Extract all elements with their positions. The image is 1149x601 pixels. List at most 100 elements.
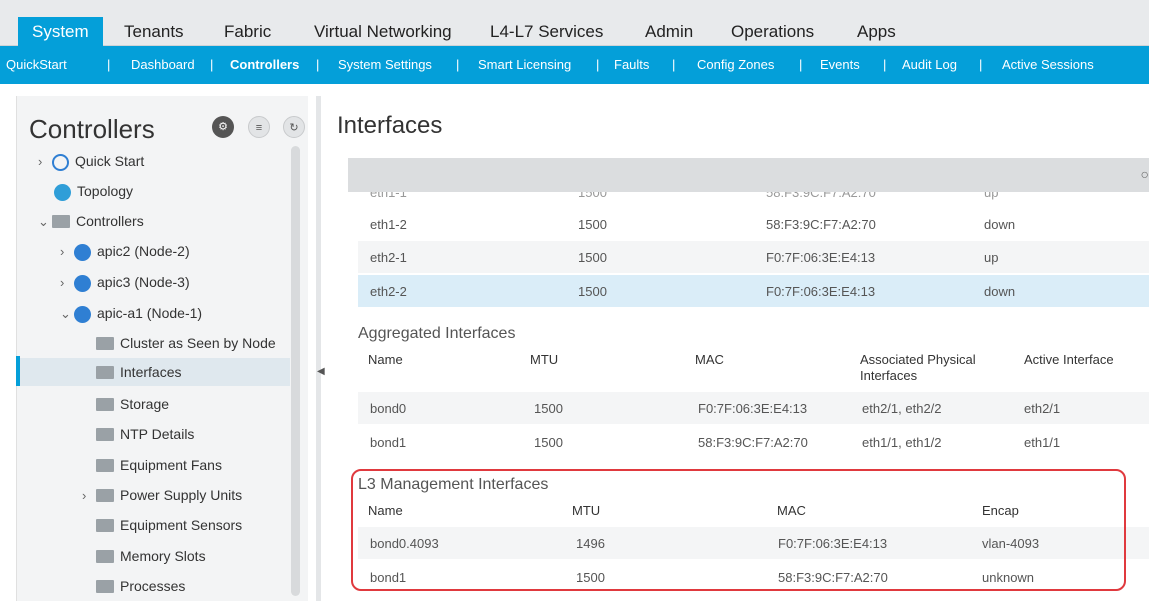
filter-icon[interactable]: ≡	[248, 116, 270, 138]
table-row[interactable]: eth2-1 1500 F0:7F:06:3E:E4:13 up	[358, 241, 1149, 273]
column-header-active-interface[interactable]: Active Interface	[1024, 352, 1114, 368]
tree-item-power-supply-units[interactable]: › Power Supply Units	[82, 481, 242, 509]
cell-mac: 58:F3:9C:F7:A2:70	[698, 435, 808, 450]
separator: |	[210, 57, 214, 72]
tree-item-label: Controllers	[76, 213, 144, 229]
node-icon	[74, 243, 91, 261]
tree-item-memory-slots[interactable]: Memory Slots	[96, 542, 206, 570]
chevron-down-icon[interactable]: ⌄	[38, 208, 52, 236]
cell-associated-interfaces: eth2/1, eth2/2	[862, 401, 942, 416]
tree-item-apic3[interactable]: › apic3 (Node-3)	[60, 268, 190, 296]
tree-item-cluster-as-seen-by-node[interactable]: Cluster as Seen by Node	[96, 329, 276, 357]
cell-active-interface: eth1/1	[1024, 435, 1061, 450]
tools-icon[interactable]: ⚙	[212, 116, 234, 138]
folder-icon	[96, 397, 114, 411]
chevron-right-icon[interactable]: ›	[38, 148, 52, 176]
tab-tenants[interactable]: Tenants	[124, 17, 184, 46]
tab-system[interactable]: System	[18, 17, 103, 46]
cell-name: bond0	[370, 401, 407, 416]
subtab-config-zones[interactable]: Config Zones	[697, 57, 774, 72]
tab-operations[interactable]: Operations	[731, 17, 814, 46]
cell-name: eth1-2	[370, 217, 407, 232]
tree-item-label: Interfaces	[120, 364, 182, 380]
table-row-selected[interactable]: eth2-2 1500 F0:7F:06:3E:E4:13 down	[358, 275, 1149, 307]
cell-mac: F0:7F:06:3E:E4:13	[698, 401, 808, 416]
tree-item-topology[interactable]: Topology	[54, 177, 133, 205]
column-menu-icon[interactable]: ○	[1141, 166, 1149, 182]
table-row[interactable]: bond1 1500 58:F3:9C:F7:A2:70 eth1/1, eth…	[358, 426, 1149, 458]
tab-l4-l7-services[interactable]: L4-L7 Services	[490, 17, 603, 46]
subtab-quickstart[interactable]: QuickStart	[6, 57, 67, 72]
refresh-icon[interactable]: ↻	[283, 116, 305, 138]
pane-divider[interactable]	[316, 96, 321, 601]
table-row[interactable]: bond0 1500 F0:7F:06:3E:E4:13 eth2/1, eth…	[358, 392, 1149, 424]
tree-item-apic-a1[interactable]: ⌄ apic-a1 (Node-1)	[60, 299, 202, 327]
separator: |	[596, 57, 600, 72]
subtab-faults[interactable]: Faults	[614, 57, 649, 72]
tree-item-label: Cluster as Seen by Node	[120, 335, 276, 351]
subtab-audit-log[interactable]: Audit Log	[902, 57, 957, 72]
subtab-active-sessions[interactable]: Active Sessions	[1002, 57, 1094, 72]
column-header-mtu[interactable]: MTU	[530, 352, 558, 368]
tree-item-quick-start[interactable]: › Quick Start	[38, 147, 144, 175]
tree-item-label: apic2 (Node-2)	[97, 243, 190, 259]
tree-item-ntp-details[interactable]: NTP Details	[96, 420, 194, 448]
cell-active-interface: eth2/1	[1024, 401, 1061, 416]
aggregated-section-title: Aggregated Interfaces	[358, 325, 516, 342]
sidebar-title: Controllers	[29, 114, 155, 144]
table-row[interactable]: eth1-2 1500 58:F3:9C:F7:A2:70 down	[358, 208, 1149, 240]
cell-mtu: 1500	[578, 284, 607, 299]
tree-item-label: apic3 (Node-3)	[97, 274, 190, 290]
tree-item-apic2[interactable]: › apic2 (Node-2)	[60, 237, 190, 265]
topology-icon	[54, 183, 71, 201]
folder-icon	[96, 458, 114, 472]
cell-name: eth1-1	[370, 192, 407, 200]
separator: |	[672, 57, 676, 72]
subtab-events[interactable]: Events	[820, 57, 860, 72]
subtab-controllers[interactable]: Controllers	[230, 57, 299, 72]
column-header-mac[interactable]: MAC	[695, 352, 724, 368]
tree-item-label: Equipment Fans	[120, 457, 222, 473]
sub-nav: QuickStart | Dashboard | Controllers | S…	[0, 46, 1149, 84]
tab-admin[interactable]: Admin	[645, 17, 693, 46]
tab-virtual-networking[interactable]: Virtual Networking	[314, 17, 452, 46]
sidebar-scrollbar[interactable]	[291, 146, 300, 596]
folder-icon	[96, 365, 114, 379]
column-header-associated-physical-interfaces[interactable]: Associated Physical Interfaces	[860, 352, 1000, 384]
subtab-smart-licensing[interactable]: Smart Licensing	[478, 57, 571, 72]
cell-mac: F0:7F:06:3E:E4:13	[766, 284, 876, 299]
cell-status: down	[984, 284, 1016, 299]
separator: |	[883, 57, 887, 72]
tab-apps[interactable]: Apps	[857, 17, 896, 46]
folder-icon	[96, 549, 114, 563]
tree-item-equipment-sensors[interactable]: Equipment Sensors	[96, 511, 242, 539]
tab-fabric[interactable]: Fabric	[224, 17, 271, 46]
collapse-sidebar-icon[interactable]: ◀	[317, 366, 325, 377]
chevron-right-icon[interactable]: ›	[60, 238, 74, 266]
tree-item-label: Storage	[120, 396, 170, 412]
chevron-right-icon[interactable]: ›	[82, 482, 96, 510]
selection-indicator	[16, 356, 20, 386]
separator: |	[799, 57, 803, 72]
tree-item-storage[interactable]: Storage	[96, 390, 169, 418]
tree-item-label: Quick Start	[75, 153, 145, 169]
cell-status: down	[984, 217, 1016, 232]
folder-icon	[96, 488, 114, 502]
tree-item-equipment-fans[interactable]: Equipment Fans	[96, 451, 222, 479]
cell-name: bond1	[370, 435, 407, 450]
cell-mtu: 1500	[578, 250, 607, 265]
chevron-right-icon[interactable]: ›	[60, 269, 74, 297]
tree-item-label: NTP Details	[120, 426, 195, 442]
cell-mac: 58:F3:9C:F7:A2:70	[766, 192, 876, 200]
tree-item-processes[interactable]: Processes	[96, 572, 185, 600]
tree-item-interfaces[interactable]: Interfaces	[20, 358, 290, 386]
cell-name: eth2-1	[370, 250, 407, 265]
chevron-down-icon[interactable]: ⌄	[60, 300, 74, 328]
subtab-system-settings[interactable]: System Settings	[338, 57, 432, 72]
tree-item-controllers[interactable]: ⌄ Controllers	[38, 207, 144, 235]
subtab-dashboard[interactable]: Dashboard	[131, 57, 195, 72]
node-icon	[74, 305, 91, 323]
tree-item-label: Memory Slots	[120, 548, 206, 564]
table-row[interactable]: eth1-1 1500 58:F3:9C:F7:A2:70 up	[358, 192, 1149, 206]
column-header-name[interactable]: Name	[368, 352, 403, 368]
